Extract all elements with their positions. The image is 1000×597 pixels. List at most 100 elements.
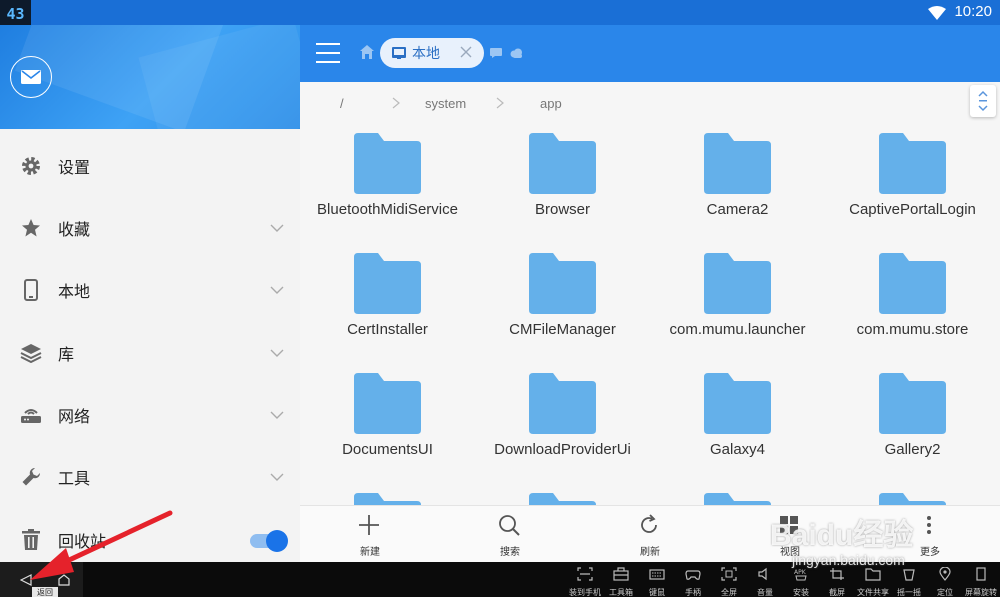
back-triangle-icon[interactable] (20, 574, 32, 586)
gear-icon (20, 155, 42, 177)
mail-icon (21, 70, 41, 84)
folder-item[interactable]: Camera2 (650, 127, 825, 247)
fast-scroll-button[interactable] (970, 85, 996, 117)
account-avatar[interactable] (10, 56, 52, 98)
folder-icon (354, 373, 421, 434)
new-button-label: 新建 (360, 547, 380, 558)
folder-item[interactable]: Galaxy4 (650, 367, 825, 487)
recycle-bin-toggle[interactable] (250, 529, 288, 552)
file-share-button[interactable]: 文件共享 (855, 565, 891, 597)
drawer-item-favorites[interactable]: 收藏 (0, 197, 300, 259)
folder-item[interactable]: com.mumu.store (825, 247, 1000, 367)
volume-button[interactable]: 音量 (747, 565, 783, 597)
view-button[interactable]: 视图 (720, 506, 860, 563)
emulator-toolbar: 返回 装到手机 工具箱 键鼠 手柄 全屏 音量 APK 安装 截屏 文件共享 摇一… (0, 562, 1000, 597)
folder-item[interactable]: DocumentsUI (300, 367, 475, 487)
folder-item[interactable]: Browser (475, 127, 650, 247)
folder-item[interactable]: CertInstaller (300, 247, 475, 367)
cloud-icon[interactable] (510, 48, 523, 58)
rotate-screen-button[interactable]: 屏幕旋转 (963, 565, 999, 597)
folder-name: Galaxy4 (709, 441, 766, 458)
home-nav-icon[interactable] (58, 574, 70, 586)
wrench-icon (20, 466, 42, 488)
tab-label: 本地 (412, 45, 440, 61)
folder-name: Camera2 (706, 201, 769, 218)
breadcrumb-root[interactable]: / (340, 96, 344, 111)
scan-icon (577, 567, 593, 581)
more-button[interactable]: 更多 (860, 506, 1000, 563)
drawer-item-tools[interactable]: 工具 (0, 446, 300, 508)
chevron-down-icon[interactable] (270, 285, 284, 295)
hamburger-menu-icon[interactable] (316, 43, 340, 63)
chevron-right-icon (392, 97, 400, 109)
shake-button[interactable]: 摇一摇 (891, 565, 927, 597)
chevron-down-icon[interactable] (270, 223, 284, 233)
drawer-item-label: 网络 (58, 409, 91, 426)
toolbox-button[interactable]: 工具箱 (603, 565, 639, 597)
install-apk-button[interactable]: APK 安装 (783, 565, 819, 597)
folder-item[interactable]: DownloadProviderUi (475, 367, 650, 487)
folder-item[interactable]: BluetoothMidiService (300, 127, 475, 247)
chevron-down-icon[interactable] (270, 472, 284, 482)
folder-item[interactable]: com.mumu.launcher (650, 247, 825, 367)
folder-share-icon (865, 568, 881, 581)
drawer-item-label: 回收站 (58, 534, 107, 551)
more-button-label: 更多 (920, 547, 940, 558)
drawer-header (0, 25, 300, 129)
folder-icon (879, 493, 946, 505)
location-pin-icon (939, 567, 951, 581)
folder-item[interactable] (300, 487, 475, 505)
new-button[interactable]: 新建 (300, 506, 440, 563)
trash-icon (20, 529, 42, 551)
folder-item[interactable] (475, 487, 650, 505)
search-button-label: 搜索 (500, 547, 520, 558)
chevron-right-icon (496, 97, 504, 109)
folder-name: CaptivePortalLogin (849, 201, 976, 218)
rotate-icon (976, 567, 986, 581)
folder-name: BluetoothMidiService (317, 201, 458, 218)
refresh-button[interactable]: 刷新 (580, 506, 720, 563)
navigation-drawer: 设置 收藏 本地 库 网络 工具 回收站 (0, 25, 300, 562)
crop-icon (830, 568, 844, 580)
refresh-button-label: 刷新 (640, 547, 660, 558)
close-icon[interactable] (460, 46, 472, 58)
volume-icon (758, 567, 767, 581)
gamepad-button[interactable]: 手柄 (675, 565, 711, 597)
toolbox-icon (613, 567, 629, 581)
grid-view-icon (780, 516, 798, 534)
svg-text:APK: APK (794, 569, 807, 576)
breadcrumb-app[interactable]: app (540, 96, 562, 111)
keyboard-icon (649, 569, 665, 580)
drawer-item-label: 工具 (58, 471, 91, 488)
folder-item[interactable] (650, 487, 825, 505)
folder-name: Gallery2 (884, 441, 941, 458)
chevron-down-icon[interactable] (270, 348, 284, 358)
location-button[interactable]: 定位 (927, 565, 963, 597)
wifi-icon (928, 6, 946, 20)
drawer-item-settings[interactable]: 设置 (0, 135, 300, 197)
chevron-down-icon[interactable] (270, 410, 284, 420)
folder-item[interactable]: Gallery2 (825, 367, 1000, 487)
drawer-item-local[interactable]: 本地 (0, 259, 300, 321)
screenshot-button[interactable]: 截屏 (819, 565, 855, 597)
android-nav-area: 返回 (0, 562, 83, 597)
install-to-phone-button[interactable]: 装到手机 (567, 565, 603, 597)
phone-icon (20, 279, 42, 301)
breadcrumb-system[interactable]: system (425, 96, 466, 111)
home-icon[interactable] (360, 45, 374, 59)
message-icon[interactable] (490, 48, 502, 58)
drawer-item-network[interactable]: 网络 (0, 384, 300, 446)
keyboard-mouse-button[interactable]: 键鼠 (639, 565, 675, 597)
drawer-item-library[interactable]: 库 (0, 322, 300, 384)
folder-name: CMFileManager (509, 321, 616, 338)
folder-icon (529, 373, 596, 434)
view-button-label: 视图 (780, 547, 800, 558)
search-button[interactable]: 搜索 (440, 506, 580, 563)
folder-item[interactable]: CaptivePortalLogin (825, 127, 1000, 247)
folder-icon (704, 373, 771, 434)
folder-item[interactable] (825, 487, 1000, 505)
folder-item[interactable]: CMFileManager (475, 247, 650, 367)
fullscreen-button[interactable]: 全屏 (711, 565, 747, 597)
tab-local[interactable]: 本地 (380, 38, 484, 68)
app-bar: 本地 (300, 25, 1000, 82)
